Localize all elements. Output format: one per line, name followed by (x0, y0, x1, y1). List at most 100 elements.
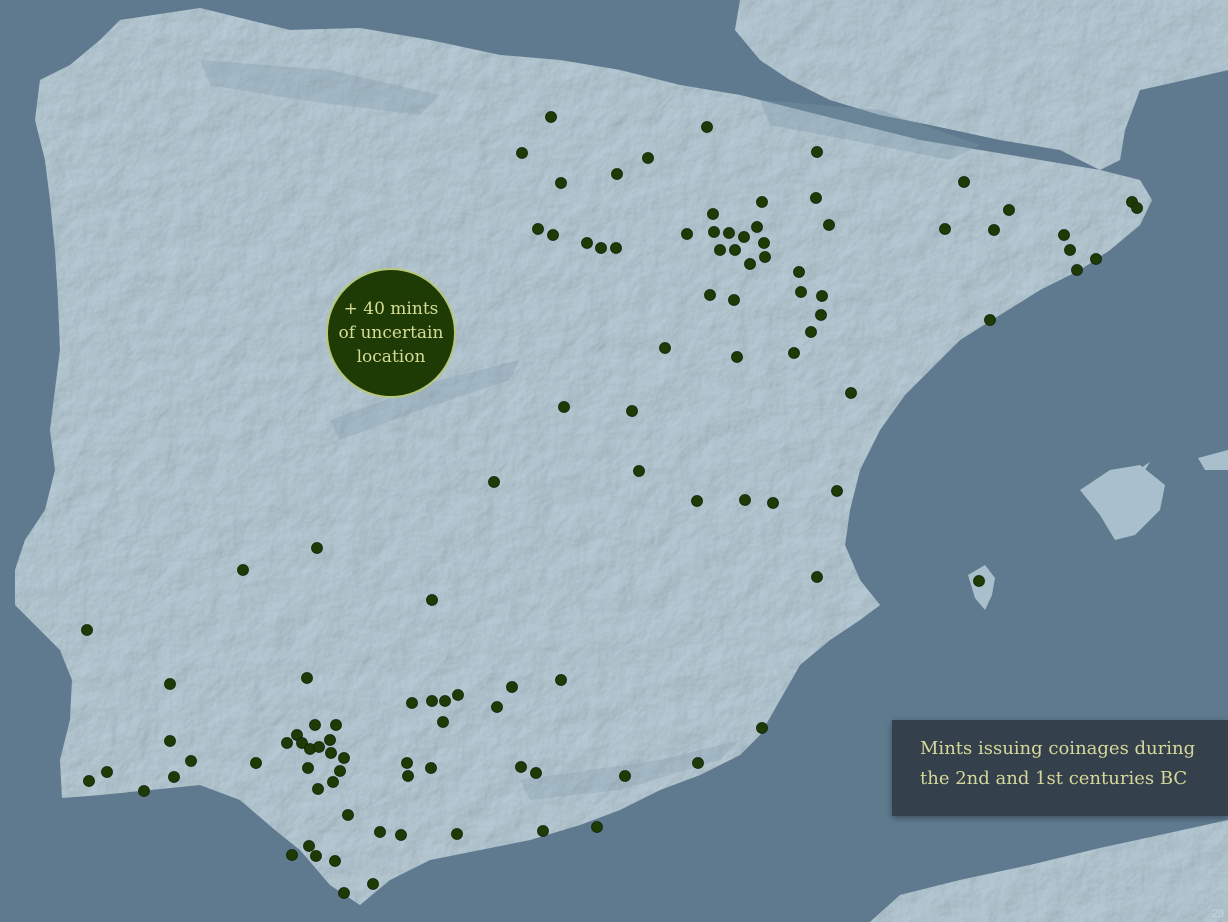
mint-marker (425, 762, 437, 774)
mint-marker (984, 314, 996, 326)
mint-marker (823, 219, 835, 231)
mint-marker (439, 695, 451, 707)
mint-marker (581, 237, 593, 249)
mint-marker (728, 294, 740, 306)
mint-marker (302, 762, 314, 774)
mint-marker (723, 227, 735, 239)
mint-marker (793, 266, 805, 278)
mint-marker (1131, 202, 1143, 214)
mint-marker (788, 347, 800, 359)
callout-line-2: of uncertain (338, 323, 444, 343)
mint-marker (101, 766, 113, 778)
mint-marker (310, 850, 322, 862)
legend-line-2: the 2nd and 1st centuries BC (920, 768, 1188, 789)
mint-marker (619, 770, 631, 782)
mint-marker (324, 734, 336, 746)
mint-marker (626, 405, 638, 417)
mint-marker (751, 221, 763, 233)
mint-marker (767, 497, 779, 509)
mint-marker (939, 223, 951, 235)
mint-marker (810, 192, 822, 204)
mint-marker (338, 887, 350, 899)
mint-marker (704, 289, 716, 301)
mint-marker (406, 697, 418, 709)
mint-marker (301, 672, 313, 684)
mint-marker (168, 771, 180, 783)
mint-marker (506, 681, 518, 693)
mint-marker (312, 783, 324, 795)
mint-marker (659, 342, 671, 354)
mint-marker (537, 825, 549, 837)
mint-marker (342, 809, 354, 821)
mint-marker (988, 224, 1000, 236)
legend-box: Mints issuing coinages during the 2nd an… (892, 720, 1228, 816)
mint-marker (338, 752, 350, 764)
mint-marker (633, 465, 645, 477)
mint-marker (237, 564, 249, 576)
mint-marker (756, 722, 768, 734)
mint-marker (738, 231, 750, 243)
mint-marker (731, 351, 743, 363)
mint-marker (831, 485, 843, 497)
uncertain-mints-callout: + 40 mints of uncertain location (326, 268, 456, 398)
mint-marker (555, 674, 567, 686)
mint-marker (401, 757, 413, 769)
mint-marker (707, 208, 719, 220)
mint-marker (758, 237, 770, 249)
mint-marker (164, 735, 176, 747)
mint-marker (1064, 244, 1076, 256)
mint-marker (325, 747, 337, 759)
mint-marker (451, 828, 463, 840)
mint-marker (701, 121, 713, 133)
mint-marker (374, 826, 386, 838)
mint-marker (286, 849, 298, 861)
mint-marker (516, 147, 528, 159)
mint-marker (426, 594, 438, 606)
mint-marker (309, 719, 321, 731)
mint-marker (1071, 264, 1083, 276)
mint-marker (491, 701, 503, 713)
mint-marker (815, 309, 827, 321)
mint-marker (681, 228, 693, 240)
mint-marker (558, 401, 570, 413)
mint-marker (1090, 253, 1102, 265)
mint-marker (595, 242, 607, 254)
mint-marker (739, 494, 751, 506)
mint-marker (610, 242, 622, 254)
callout-line-3: location (356, 347, 426, 367)
mint-marker (691, 495, 703, 507)
mint-marker (395, 829, 407, 841)
mint-marker (530, 767, 542, 779)
mint-marker (973, 575, 985, 587)
mint-marker (547, 229, 559, 241)
mint-marker (692, 757, 704, 769)
mint-marker (311, 542, 323, 554)
mint-marker (327, 776, 339, 788)
mint-marker (515, 761, 527, 773)
mint-marker (958, 176, 970, 188)
mint-marker (303, 840, 315, 852)
callout-line-1: + 40 mints (343, 299, 439, 319)
mint-marker (756, 196, 768, 208)
mint-marker (811, 571, 823, 583)
mint-marker (402, 770, 414, 782)
mint-marker (367, 878, 379, 890)
mint-marker (330, 719, 342, 731)
mint-marker (729, 244, 741, 256)
mint-marker (488, 476, 500, 488)
mint-marker (1003, 204, 1015, 216)
mint-marker (816, 290, 828, 302)
mint-marker (759, 251, 771, 263)
mint-marker (611, 168, 623, 180)
mint-marker (83, 775, 95, 787)
mint-marker (329, 855, 341, 867)
legend-line-1: Mints issuing coinages during (920, 738, 1196, 759)
mint-marker (845, 387, 857, 399)
mint-marker (452, 689, 464, 701)
mint-marker (811, 146, 823, 158)
mint-marker (1058, 229, 1070, 241)
mint-marker (281, 737, 293, 749)
mint-marker (795, 286, 807, 298)
mint-marker (334, 765, 346, 777)
mint-marker (555, 177, 567, 189)
